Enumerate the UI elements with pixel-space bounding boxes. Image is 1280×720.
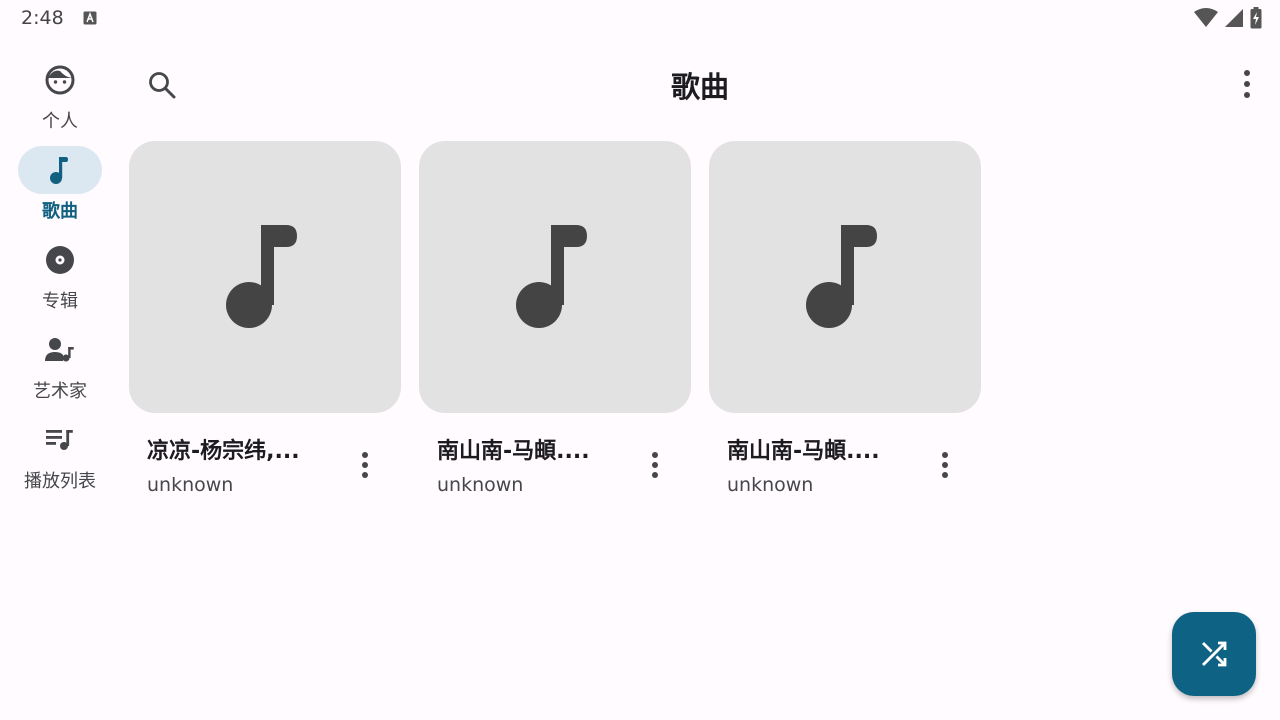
music-note-icon xyxy=(50,157,68,184)
more-vert-icon xyxy=(942,452,948,478)
song-card[interactable]: 凉凉-杨宗纬,... unknown xyxy=(129,141,401,511)
song-artwork[interactable] xyxy=(419,141,691,413)
nav-item-profile[interactable]: 个人 xyxy=(0,52,120,138)
song-card[interactable]: 南山南-马頔.... unknown xyxy=(419,141,691,511)
more-vert-icon xyxy=(362,452,368,478)
song-more-button[interactable] xyxy=(643,443,667,487)
shuffle-icon xyxy=(1202,641,1227,667)
signal-icon xyxy=(1225,9,1243,27)
more-vert-icon xyxy=(652,452,658,478)
nav-label: 艺术家 xyxy=(33,381,87,402)
screen: 2:48 个人 歌曲 专辑 艺术家 播放列表 歌曲 凉凉-杨宗纬,... unk… xyxy=(0,0,1280,720)
wifi-icon xyxy=(1194,8,1218,27)
song-title: 凉凉-杨宗纬,... xyxy=(147,439,300,464)
song-artwork[interactable] xyxy=(129,141,401,413)
nav-label: 播放列表 xyxy=(24,471,96,492)
status-icons xyxy=(1194,7,1262,29)
page-title: 歌曲 xyxy=(670,70,729,104)
song-card[interactable]: 南山南-马頔.... unknown xyxy=(709,141,981,511)
song-title: 南山南-马頔.... xyxy=(727,439,880,464)
playlist-icon xyxy=(46,430,73,450)
song-more-button[interactable] xyxy=(353,443,377,487)
status-bar: 2:48 xyxy=(0,0,1280,36)
nav-item-playlists[interactable]: 播放列表 xyxy=(0,412,120,498)
status-time: 2:48 xyxy=(21,7,64,29)
shuffle-fab[interactable] xyxy=(1172,612,1256,696)
song-artist: unknown xyxy=(147,474,234,496)
nav-item-albums[interactable]: 专辑 xyxy=(0,232,120,318)
album-icon xyxy=(46,246,74,274)
artist-icon xyxy=(45,338,74,362)
nav-item-artists[interactable]: 艺术家 xyxy=(0,322,120,408)
song-title: 南山南-马頔.... xyxy=(437,439,590,464)
more-options-button[interactable] xyxy=(1227,63,1267,107)
song-artist: unknown xyxy=(437,474,524,496)
face-icon xyxy=(45,65,75,95)
song-more-button[interactable] xyxy=(933,443,957,487)
song-artwork[interactable] xyxy=(709,141,981,413)
nav-label: 专辑 xyxy=(42,291,78,312)
search-button[interactable] xyxy=(140,63,184,107)
music-note-icon xyxy=(806,225,877,328)
nav-label: 个人 xyxy=(42,111,78,132)
song-artist: unknown xyxy=(727,474,814,496)
battery-charging-icon xyxy=(1250,7,1262,29)
text-a-icon xyxy=(83,11,97,25)
nav-label: 歌曲 xyxy=(42,201,78,222)
music-note-icon xyxy=(516,225,587,328)
music-note-icon xyxy=(226,225,297,328)
search-icon xyxy=(149,72,176,99)
nav-item-songs[interactable]: 歌曲 xyxy=(0,142,120,228)
more-vert-icon xyxy=(1244,70,1250,98)
